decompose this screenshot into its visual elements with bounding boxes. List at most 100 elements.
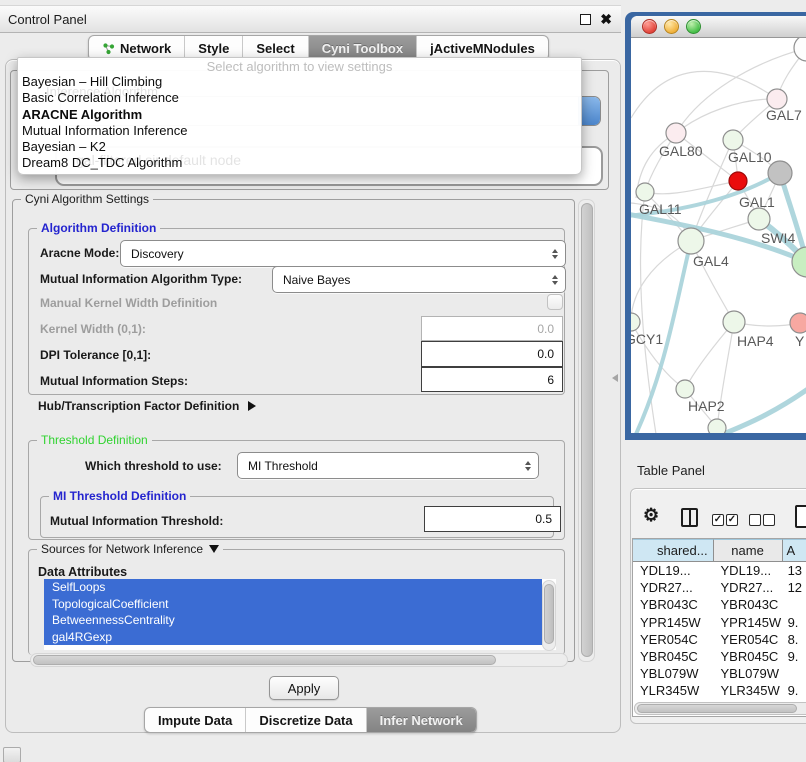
attribute-item[interactable]: gal4RGexp xyxy=(44,629,542,646)
network-edge[interactable] xyxy=(645,181,738,194)
dpi-tolerance-field[interactable]: 0.0 xyxy=(421,341,563,367)
collapse-triangle-icon[interactable] xyxy=(209,545,219,553)
float-window-icon[interactable] xyxy=(580,14,591,25)
column-header[interactable]: name xyxy=(714,539,783,561)
network-graph[interactable]: GAL7GAL80GAL10GAL1GAL11SWI4GAL4GCY1HAP4Y… xyxy=(631,38,806,433)
checkbox-checked-icon[interactable]: ✓ xyxy=(726,514,738,526)
node-label: HAP2 xyxy=(688,398,725,414)
selected-value: Naive Bayes xyxy=(283,273,350,287)
network-node[interactable] xyxy=(708,419,726,433)
manual-kernel-checkbox[interactable] xyxy=(547,294,563,310)
network-node-gal11[interactable] xyxy=(636,183,654,201)
checkbox-checked-icon[interactable]: ✓ xyxy=(712,514,724,526)
algorithm-option[interactable]: ARACNE Algorithm xyxy=(18,107,581,123)
gear-icon[interactable]: ⚙ xyxy=(643,505,659,525)
attribute-item[interactable]: SelfLoops xyxy=(44,579,542,596)
network-edge[interactable] xyxy=(631,71,777,118)
network-node-gal80[interactable] xyxy=(666,123,686,143)
columns-icon[interactable] xyxy=(681,508,698,527)
window-close-button[interactable] xyxy=(642,19,657,34)
data-attributes-list: SelfLoopsTopologicalCoefficientBetweenne… xyxy=(44,579,556,650)
algorithm-option[interactable]: Mutual Information Inference xyxy=(18,123,581,139)
tab-infer-network[interactable]: Infer Network xyxy=(367,708,476,732)
mi-type-label: Mutual Information Algorithm Type: xyxy=(40,272,242,286)
network-node-gal10[interactable] xyxy=(723,130,743,150)
table-header: shared...nameA xyxy=(633,539,806,562)
settings-hscrollbar[interactable] xyxy=(30,653,568,667)
network-node-gcy1[interactable] xyxy=(631,313,640,331)
table-cell: YBR045C xyxy=(714,649,783,664)
table-cell: YBL079W xyxy=(633,666,714,681)
table-row[interactable]: YBR043CYBR043C xyxy=(633,596,806,613)
node-label: GAL11 xyxy=(639,201,682,217)
table-panel-title: Table Panel xyxy=(637,463,705,478)
table-row[interactable]: YLR345WYLR345W9. xyxy=(633,682,806,699)
table-cell: 12 xyxy=(783,580,806,595)
tab-impute-data[interactable]: Impute Data xyxy=(145,708,246,732)
table-row[interactable]: YBL079WYBL079W xyxy=(633,665,806,682)
table-row[interactable]: YDR27...YDR27...12 xyxy=(633,579,806,596)
hub-definition-toggle[interactable]: Hub/Transcription Factor Definition xyxy=(38,399,256,413)
checkbox-unchecked-icon[interactable] xyxy=(763,514,775,526)
window-zoom-button[interactable] xyxy=(686,19,701,34)
network-node-gal1[interactable] xyxy=(729,172,747,190)
table-row[interactable]: YBR045CYBR045C9. xyxy=(633,648,806,665)
network-edge[interactable] xyxy=(676,99,777,133)
kernel-width-field[interactable]: 0.0 xyxy=(421,316,563,341)
settings-vscrollbar[interactable] xyxy=(578,199,595,662)
splitter-handle[interactable] xyxy=(612,374,618,382)
table-body: YDL19...YDL19...13YDR27...YDR27...12YBR0… xyxy=(633,562,806,702)
algorithm-option[interactable]: Dream8 DC_TDC Algorithm xyxy=(18,155,581,171)
attribute-item[interactable]: BetweennessCentrality xyxy=(44,612,542,629)
algorithm-option[interactable]: Bayesian – Hill Climbing xyxy=(18,74,581,90)
algorithm-option[interactable]: Bayesian – K2 xyxy=(18,139,581,155)
network-node-gal4[interactable] xyxy=(678,228,704,254)
window-minimize-button[interactable] xyxy=(664,19,679,34)
attributes-list-scrollbar[interactable] xyxy=(542,580,556,651)
network-node-gal7[interactable] xyxy=(767,89,787,109)
page-icon[interactable] xyxy=(795,505,806,528)
tab-discretize-data[interactable]: Discretize Data xyxy=(246,708,366,732)
dock-panel-icon[interactable] xyxy=(3,747,21,762)
expand-triangle-icon[interactable] xyxy=(248,401,256,411)
network-node[interactable] xyxy=(794,38,806,61)
network-node[interactable] xyxy=(768,161,792,185)
mi-type-select[interactable]: Naive Bayes xyxy=(272,266,566,293)
column-header[interactable]: shared... xyxy=(633,539,714,561)
algorithm-option[interactable]: Basic Correlation Inference xyxy=(18,90,581,106)
close-icon[interactable]: ✖ xyxy=(600,10,612,28)
network-node-y[interactable] xyxy=(790,313,806,333)
table-row[interactable]: YER054CYER054C8. xyxy=(633,631,806,648)
table-cell: 9. xyxy=(783,649,806,664)
column-header[interactable]: A xyxy=(783,539,806,561)
stepper-arrows-icon xyxy=(552,275,558,285)
tab-label: Cyni Toolbox xyxy=(322,41,403,56)
network-edge[interactable] xyxy=(641,192,656,433)
tab-label: Network xyxy=(120,41,171,56)
network-node-swi4[interactable] xyxy=(748,208,770,230)
table-hscrollbar[interactable] xyxy=(634,702,806,715)
mi-steps-field[interactable]: 6 xyxy=(421,367,563,392)
network-node-hap4[interactable] xyxy=(723,311,745,333)
which-threshold-label: Which threshold to use: xyxy=(85,459,222,473)
group-title: Cyni Algorithm Settings xyxy=(21,192,153,206)
sources-toggle[interactable]: Sources for Network Inference xyxy=(37,542,223,556)
network-node-hap2[interactable] xyxy=(676,380,694,398)
dpi-tolerance-label: DPI Tolerance [0,1]: xyxy=(40,348,151,362)
algorithm-options: Bayesian – Hill ClimbingBasic Correlatio… xyxy=(18,74,581,172)
checkbox-unchecked-icon[interactable] xyxy=(749,514,761,526)
aracne-mode-select[interactable]: Discovery xyxy=(120,240,566,267)
network-window-titlebar[interactable] xyxy=(631,16,806,38)
attribute-item[interactable]: TopologicalCoefficient xyxy=(44,596,542,613)
apply-button[interactable]: Apply xyxy=(269,676,339,700)
network-canvas[interactable]: GAL7GAL80GAL10GAL1GAL11SWI4GAL4GCY1HAP4Y… xyxy=(631,38,806,433)
mi-threshold-field[interactable]: 0.5 xyxy=(424,506,561,532)
table-row[interactable]: YDL19...YDL19...13 xyxy=(633,562,806,579)
table-cell: YDL19... xyxy=(714,563,783,578)
mi-steps-label: Mutual Information Steps: xyxy=(40,374,188,388)
which-threshold-select[interactable]: MI Threshold xyxy=(237,452,539,479)
network-edge[interactable] xyxy=(685,322,734,389)
network-edge-highlighted[interactable] xyxy=(713,378,806,433)
node-label: GCY1 xyxy=(631,331,663,347)
table-row[interactable]: YPR145WYPR145W9. xyxy=(633,614,806,631)
